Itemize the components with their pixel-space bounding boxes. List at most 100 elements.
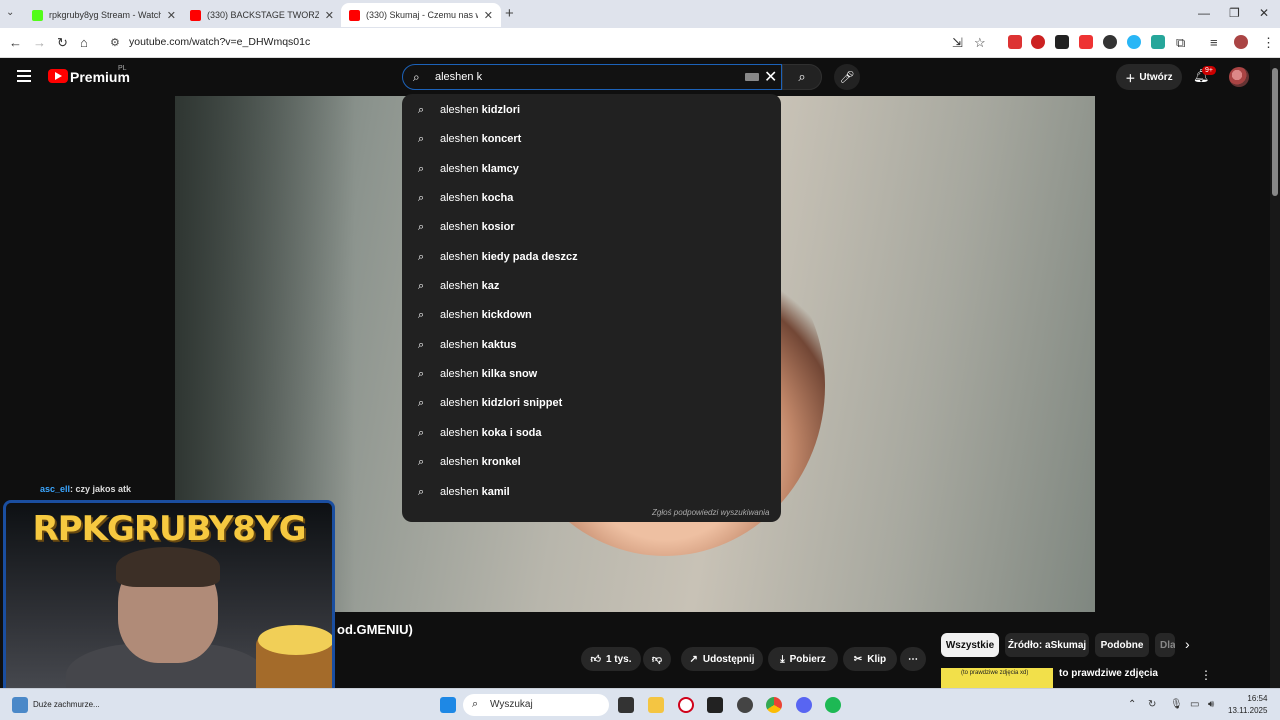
clip-button[interactable]: ✂ Klip xyxy=(843,647,897,671)
reload-icon[interactable]: ↻ xyxy=(57,35,68,51)
clip-label: Klip xyxy=(867,653,887,665)
suggestion-item[interactable]: ⌕ aleshen kickdown xyxy=(402,302,781,331)
suggestion-item[interactable]: ⌕ aleshen kidzlori xyxy=(402,97,781,126)
recommendation-title[interactable]: to prawdziwe zdjęcia xyxy=(1059,668,1158,679)
chip-source[interactable]: Źródło: aSkumaj xyxy=(1005,633,1089,657)
new-tab-button[interactable]: + xyxy=(505,5,514,22)
chrome-icon[interactable] xyxy=(766,697,782,713)
suggestion-item[interactable]: ⌕ aleshen kidzlori snippet xyxy=(402,390,781,419)
extension-icon[interactable] xyxy=(1103,35,1117,49)
microphone-icon[interactable]: 🎙︎ xyxy=(1170,699,1183,710)
recommendation-thumbnail[interactable]: (to prawdziwe zdjęcia xd) xyxy=(941,668,1053,688)
suggestion-item[interactable]: ⌕ aleshen koncert xyxy=(402,126,781,155)
more-actions-button[interactable]: ⋯ xyxy=(900,647,926,671)
taskbar-search[interactable]: ⌕ Wyszukaj xyxy=(463,694,609,716)
weather-text[interactable]: Duże zachmurze... xyxy=(33,700,100,709)
chevron-right-icon[interactable]: › xyxy=(1185,636,1190,652)
scrollbar-thumb[interactable] xyxy=(1272,68,1278,196)
extension-icon[interactable] xyxy=(1079,35,1093,49)
url-field[interactable]: ⚙ youtube.com/watch?v=e_DHWmqs01c xyxy=(102,32,992,54)
volume-icon[interactable]: 🔊︎ xyxy=(1208,699,1214,710)
extension-icon[interactable] xyxy=(1127,35,1141,49)
forward-icon[interactable]: → xyxy=(33,35,46,50)
suggestion-item[interactable]: ⌕ aleshen kamil xyxy=(402,479,781,508)
task-view-icon[interactable] xyxy=(618,697,634,713)
search-value[interactable]: aleshen k xyxy=(435,71,482,83)
like-button[interactable]: 👍︎ 1 tys. xyxy=(581,647,641,671)
tab-skumaj-active[interactable]: (330) Skumaj - Czemu nas w ✕ xyxy=(341,3,501,27)
url-text: youtube.com/watch?v=e_DHWmqs01c xyxy=(129,36,311,48)
suggestion-item[interactable]: ⌕ aleshen koka i soda xyxy=(402,420,781,449)
profile-avatar-icon[interactable] xyxy=(1234,35,1248,49)
chip-for-you[interactable]: Dla xyxy=(1155,633,1175,657)
suggestion-item[interactable]: ⌕ aleshen kaz xyxy=(402,273,781,302)
recommendation-menu-icon[interactable]: ⋮ xyxy=(1200,668,1212,682)
youtube-logo-icon[interactable] xyxy=(48,69,68,83)
suggestion-item[interactable]: ⌕ aleshen kilka snow xyxy=(402,361,781,390)
tab-backstage[interactable]: (330) BACKSTAGE TWORZENIA ✕ xyxy=(182,3,342,27)
suggestion-item[interactable]: ⌕ aleshen kaktus xyxy=(402,332,781,361)
suggestion-item[interactable]: ⌕ aleshen klamcy xyxy=(402,156,781,185)
thumbnail-caption: (to prawdziwe zdjęcia xd) xyxy=(961,670,1029,676)
keyboard-icon[interactable] xyxy=(745,73,759,81)
sync-icon[interactable]: ↻ xyxy=(1148,699,1156,710)
suggestion-item[interactable]: ⌕ aleshen kocha xyxy=(402,185,781,214)
minimize-icon[interactable]: — xyxy=(1198,6,1210,20)
close-tab-icon[interactable]: ✕ xyxy=(167,9,176,22)
share-button[interactable]: ↗ Udostępnij xyxy=(681,647,763,671)
extension-icon[interactable] xyxy=(1031,35,1045,49)
menu-hamburger-icon[interactable] xyxy=(17,70,31,82)
search-icon: ⌕ xyxy=(418,280,425,292)
reading-list-icon[interactable]: ≡ xyxy=(1210,35,1218,50)
suggestion-item[interactable]: ⌕ aleshen kiedy pada deszcz xyxy=(402,244,781,273)
close-tab-icon[interactable]: ✕ xyxy=(484,9,493,22)
suggestion-prefix: aleshen xyxy=(440,133,482,145)
suggestion-completion: kickdown xyxy=(481,309,532,321)
tray-overflow-icon[interactable]: ⌃ xyxy=(1128,699,1136,710)
voice-search-mic-icon[interactable]: 🎤︎ xyxy=(834,64,860,90)
report-suggestions-link[interactable]: Zgłoś podpowiedzi wyszukiwania xyxy=(652,508,769,517)
install-app-icon[interactable]: ⇲ xyxy=(952,35,963,51)
browser-menu-icon[interactable]: ⋮ xyxy=(1262,35,1275,51)
bookmark-star-icon[interactable]: ☆ xyxy=(974,35,986,51)
account-avatar[interactable] xyxy=(1229,67,1249,87)
suggestion-completion: koncert xyxy=(481,133,522,145)
home-icon[interactable]: ⌂ xyxy=(80,35,88,50)
close-window-icon[interactable]: ✕ xyxy=(1259,6,1269,20)
extension-icon[interactable] xyxy=(1008,35,1022,49)
extension-icon[interactable] xyxy=(1055,35,1069,49)
tab-kick-stream[interactable]: rpkgruby8yg Stream - Watch Live ✕ xyxy=(24,3,184,27)
chip-all[interactable]: Wszystkie xyxy=(941,633,999,657)
display-icon[interactable]: ▭ xyxy=(1190,699,1199,710)
opera-icon[interactable] xyxy=(678,697,694,713)
restore-icon[interactable]: ❐ xyxy=(1229,6,1240,20)
spotify-icon[interactable] xyxy=(825,697,841,713)
search-input[interactable]: ⌕ aleshen k ✕ xyxy=(402,64,782,90)
file-explorer-icon[interactable] xyxy=(648,697,664,713)
suggestion-completion: kosior xyxy=(481,221,515,233)
tab-list-chevron-icon[interactable]: ⌄ xyxy=(6,7,14,18)
github-icon[interactable] xyxy=(737,697,753,713)
search-button[interactable]: ⌕ xyxy=(782,64,822,90)
weather-icon[interactable] xyxy=(12,697,28,713)
windows-start-icon[interactable] xyxy=(440,697,456,713)
country-code: PL xyxy=(118,65,127,72)
clear-search-icon[interactable]: ✕ xyxy=(764,67,777,87)
suggestion-item[interactable]: ⌕ aleshen kosior xyxy=(402,214,781,243)
site-info-icon[interactable]: ⚙ xyxy=(110,36,120,49)
close-tab-icon[interactable]: ✕ xyxy=(325,9,334,22)
suggestion-item[interactable]: ⌕ aleshen kronkel xyxy=(402,449,781,478)
search-icon: ⌕ xyxy=(418,456,425,468)
terminal-icon[interactable] xyxy=(707,697,723,713)
extension-icon[interactable] xyxy=(1151,35,1165,49)
search-icon: ⌕ xyxy=(418,221,425,233)
extensions-puzzle-icon[interactable]: ⧉ xyxy=(1176,35,1185,51)
back-icon[interactable]: ← xyxy=(9,35,22,50)
page-scrollbar[interactable] xyxy=(1270,58,1280,698)
chip-related[interactable]: Podobne xyxy=(1095,633,1149,657)
dislike-button[interactable]: 👎︎ xyxy=(643,647,671,671)
create-button[interactable]: ＋ Utwórz xyxy=(1116,64,1182,90)
discord-icon[interactable] xyxy=(796,697,812,713)
taskbar-clock[interactable]: 16:54 13.11.2025 xyxy=(1228,693,1267,717)
download-button[interactable]: ⤓ Pobierz xyxy=(768,647,838,671)
